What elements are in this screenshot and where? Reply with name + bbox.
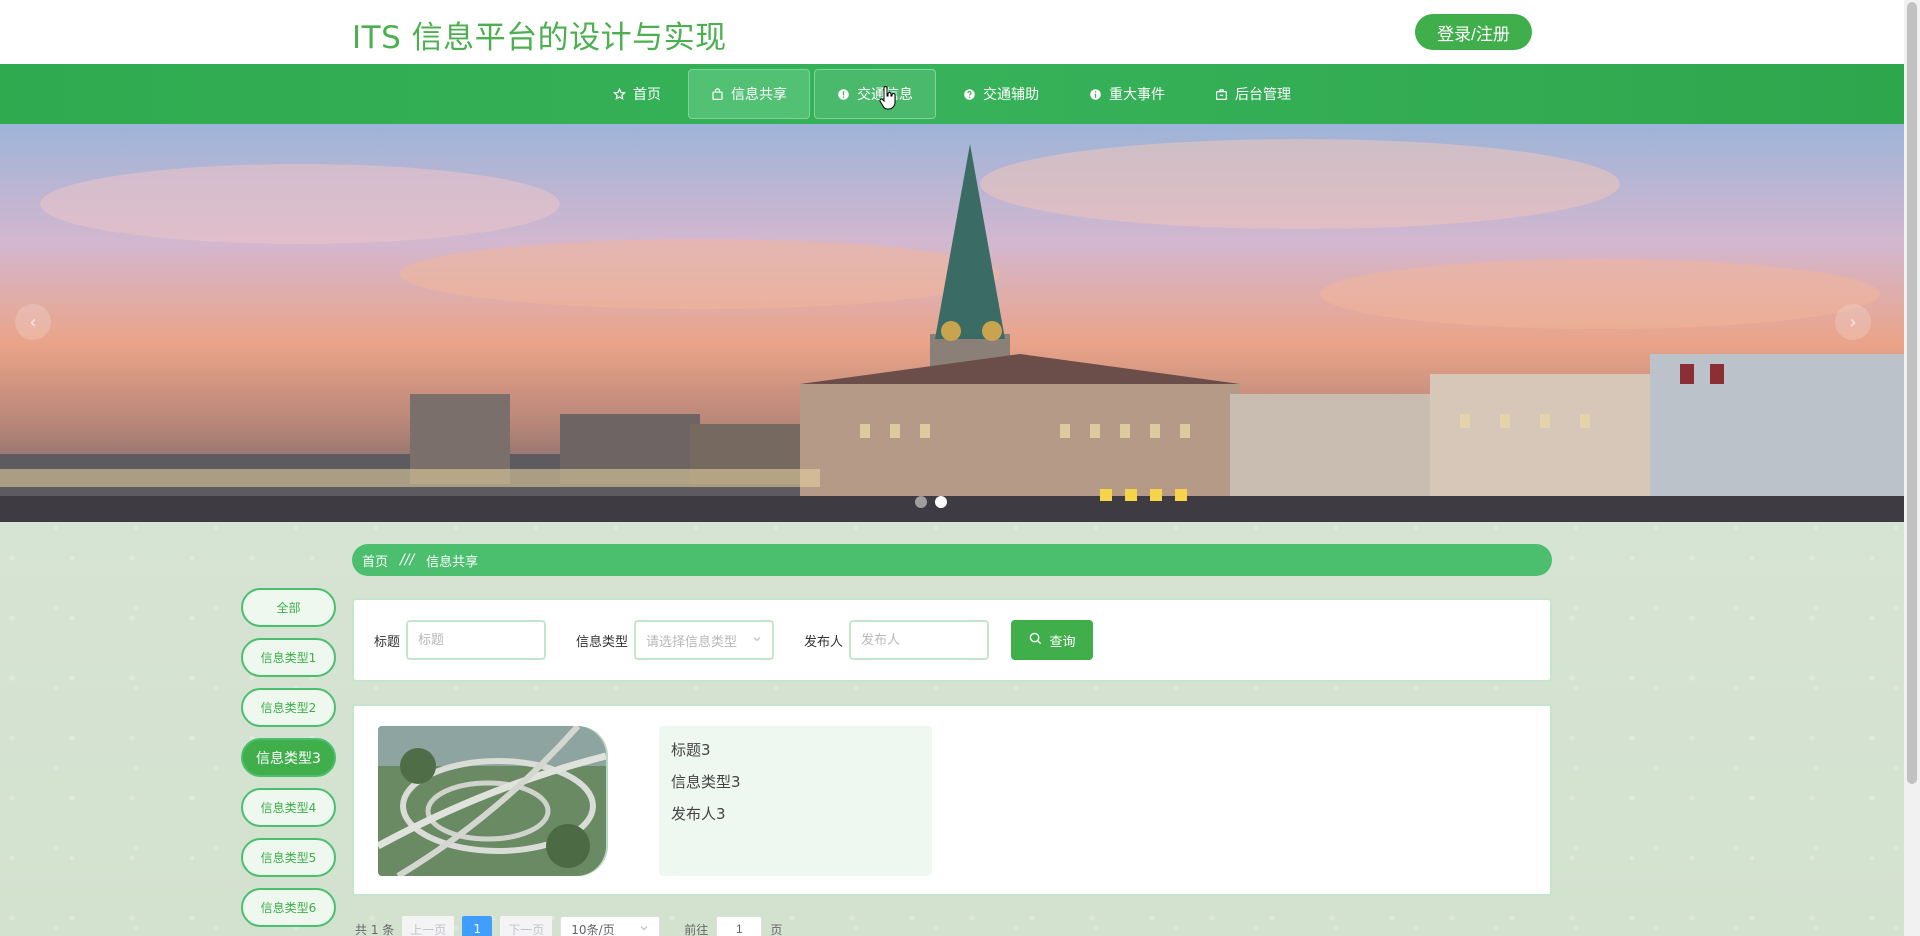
nav-item-label: 重大事件 xyxy=(1109,87,1165,103)
title-search-input[interactable] xyxy=(406,620,547,660)
login-register-button[interactable]: 登录/注册 xyxy=(1415,14,1532,50)
category-type-5[interactable]: 信息类型5 xyxy=(241,838,336,877)
question-circle-icon xyxy=(963,88,976,101)
top-header: ITS 信息平台的设计与实现 登录/注册 xyxy=(0,0,1904,64)
query-button-label: 查询 xyxy=(1049,633,1076,649)
category-list: 全部 信息类型1 信息类型2 信息类型3 信息类型4 信息类型5 信息类型6 xyxy=(241,588,336,936)
highway-interchange-image xyxy=(378,726,606,876)
chevron-down-icon xyxy=(752,633,762,648)
banner-prev-button[interactable]: ‹ xyxy=(15,304,51,340)
main-navigation: 首页 信息共享 交通信息 交通辅助 重大事件 xyxy=(0,64,1904,124)
search-panel: 标题 信息类型 请选择信息类型 发布人 查询 xyxy=(352,598,1552,682)
category-type-4[interactable]: 信息类型4 xyxy=(241,788,336,827)
banner-carousel: ‹ › xyxy=(0,124,1904,522)
result-type: 信息类型3 xyxy=(671,773,741,791)
result-item-thumbnail[interactable] xyxy=(378,726,608,876)
carousel-dot-active[interactable] xyxy=(935,496,947,508)
type-select[interactable]: 请选择信息类型 xyxy=(634,620,775,660)
result-item-info[interactable]: 标题3 信息类型3 发布人3 xyxy=(659,726,932,876)
goto-suffix: 页 xyxy=(770,922,783,936)
category-type-6[interactable]: 信息类型6 xyxy=(241,888,336,927)
result-publisher: 发布人3 xyxy=(671,805,726,823)
scrollbar-thumb[interactable] xyxy=(1907,2,1917,784)
type-select-placeholder: 请选择信息类型 xyxy=(646,634,738,650)
nav-item-traffic-info[interactable]: 交通信息 xyxy=(814,69,936,119)
goto-prefix: 前往 xyxy=(684,922,709,936)
publisher-label: 发布人 xyxy=(804,634,844,650)
publisher-search-input[interactable] xyxy=(849,620,990,660)
nav-item-home[interactable]: 首页 xyxy=(590,69,684,119)
prev-page-button[interactable]: 上一页 xyxy=(402,916,455,936)
page-scrollbar[interactable] xyxy=(1904,0,1920,936)
category-type-2[interactable]: 信息类型2 xyxy=(241,688,336,727)
pagination-total: 共 1 条 xyxy=(355,922,395,936)
title-label: 标题 xyxy=(374,634,401,650)
category-type-3[interactable]: 信息类型3 xyxy=(241,738,336,777)
page-number-1[interactable]: 1 xyxy=(462,916,493,936)
info-circle-icon xyxy=(1089,88,1102,101)
hand-cursor-icon xyxy=(879,86,896,110)
nav-item-label: 首页 xyxy=(633,87,661,103)
result-title: 标题3 xyxy=(671,741,711,759)
query-button[interactable]: 查询 xyxy=(1011,620,1094,660)
result-list: 标题3 信息类型3 发布人3 xyxy=(352,704,1552,896)
breadcrumb: 首页 /// 信息共享 xyxy=(352,544,1552,576)
nav-item-label: 后台管理 xyxy=(1235,87,1291,103)
nav-item-label: 信息共享 xyxy=(731,87,787,103)
breadcrumb-home[interactable]: 首页 xyxy=(362,551,388,570)
briefcase-icon xyxy=(1215,88,1228,101)
nav-item-info-share[interactable]: 信息共享 xyxy=(688,69,810,119)
carousel-indicators xyxy=(915,496,947,508)
category-type-1[interactable]: 信息类型1 xyxy=(241,638,336,677)
star-icon xyxy=(613,87,626,101)
page-size-select[interactable]: 10条/页 xyxy=(560,916,661,936)
bag-icon xyxy=(711,87,724,101)
carousel-dot[interactable] xyxy=(915,496,927,508)
nav-item-admin[interactable]: 后台管理 xyxy=(1192,69,1314,119)
banner-image xyxy=(0,124,1904,522)
breadcrumb-current: 信息共享 xyxy=(426,554,479,570)
nav-item-major-events[interactable]: 重大事件 xyxy=(1066,69,1188,119)
goto-page-input[interactable] xyxy=(716,916,763,936)
site-title: ITS 信息平台的设计与实现 xyxy=(352,20,727,56)
chevron-down-icon xyxy=(639,922,649,936)
banner-next-button[interactable]: › xyxy=(1835,304,1871,340)
next-page-button[interactable]: 下一页 xyxy=(500,916,553,936)
breadcrumb-separator: /// xyxy=(400,552,415,568)
alert-circle-icon xyxy=(837,88,850,101)
pagination: 共 1 条 上一页 1 下一页 10条/页 前往 页 xyxy=(355,916,783,936)
nav-item-traffic-assist[interactable]: 交通辅助 xyxy=(940,69,1062,119)
nav-item-label: 交通辅助 xyxy=(983,87,1039,103)
type-label: 信息类型 xyxy=(576,634,629,650)
category-all[interactable]: 全部 xyxy=(241,588,336,627)
search-icon xyxy=(1029,632,1042,648)
